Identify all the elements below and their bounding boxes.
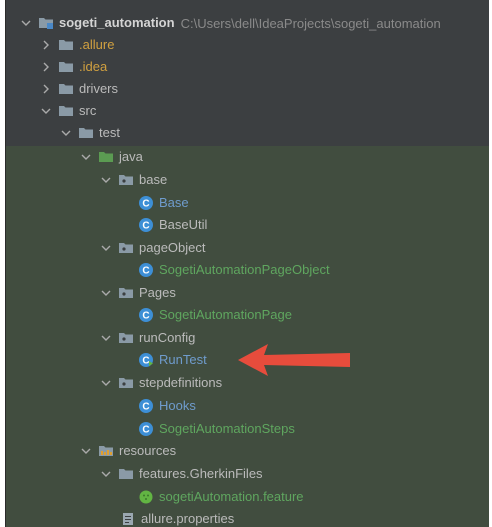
folder-icon (58, 59, 74, 75)
tree-node-features[interactable]: features.GherkinFiles (6, 463, 489, 485)
svg-text:C: C (142, 356, 149, 367)
tree-node-base-class[interactable]: C Base (6, 192, 489, 214)
package-label: pageObject (139, 240, 206, 255)
folder-label: src (79, 103, 97, 118)
chevron-down-icon[interactable] (80, 151, 92, 163)
tree-node-base[interactable]: base (6, 169, 489, 191)
package-label: runConfig (139, 330, 196, 345)
package-label: Pages (139, 285, 176, 300)
class-label: SogetiAutomationPage (159, 307, 292, 322)
java-class-icon: C (138, 217, 154, 233)
chevron-down-icon[interactable] (20, 17, 32, 29)
tree-node-pages-class[interactable]: C SogetiAutomationPage (6, 304, 489, 326)
chevron-down-icon[interactable] (100, 332, 112, 344)
java-class-icon: C (138, 307, 154, 323)
tree-node-test[interactable]: test (6, 122, 489, 144)
chevron-down-icon[interactable] (100, 287, 112, 299)
folder-label: java (119, 149, 143, 164)
folder-label: .allure (79, 37, 115, 52)
package-icon (118, 330, 134, 346)
package-label: stepdefinitions (139, 375, 223, 390)
file-label: allure.properties (141, 511, 235, 526)
folder-icon (58, 81, 74, 97)
svg-text:C: C (142, 311, 149, 322)
folder-label: drivers (79, 81, 119, 96)
class-label: Hooks (159, 398, 196, 413)
svg-text:C: C (142, 199, 149, 210)
chevron-down-icon[interactable] (40, 105, 52, 117)
java-class-icon: C (138, 195, 154, 211)
tree-node-feature-file[interactable]: sogetiAutomation.feature (6, 486, 489, 508)
folder-label: features.GherkinFiles (139, 466, 263, 481)
chevron-down-icon[interactable] (100, 468, 112, 480)
tree-node-baseutil-class[interactable]: C BaseUtil (6, 214, 489, 236)
svg-text:C: C (142, 266, 149, 277)
java-class-icon: C (138, 398, 154, 414)
package-icon (118, 285, 134, 301)
class-label: SogetiAutomationSteps (159, 421, 295, 436)
chevron-right-icon[interactable] (40, 83, 52, 95)
chevron-right-icon[interactable] (40, 39, 52, 51)
tree-node-java[interactable]: java (6, 146, 489, 168)
tree-node-allure-properties[interactable]: allure.properties (6, 508, 489, 527)
properties-file-icon (120, 511, 136, 527)
chevron-down-icon[interactable] (60, 127, 72, 139)
package-icon (118, 375, 134, 391)
folder-icon (78, 125, 94, 141)
annotation-arrow-icon (238, 344, 350, 376)
folder-icon (118, 466, 134, 482)
project-name: sogeti_automation (59, 15, 175, 30)
class-label: Base (159, 195, 189, 210)
file-label: sogetiAutomation.feature (159, 489, 304, 504)
tree-node-drivers[interactable]: drivers (6, 78, 489, 100)
cucumber-feature-icon (138, 489, 154, 505)
tree-node-resources[interactable]: resources (6, 440, 489, 462)
tree-node-root[interactable]: sogeti_automation C:\Users\dell\IdeaProj… (6, 12, 489, 34)
module-folder-icon (38, 15, 54, 31)
svg-text:C: C (142, 221, 149, 232)
svg-text:C: C (142, 425, 149, 436)
project-path: C:\Users\dell\IdeaProjects\sogeti_automa… (180, 15, 441, 31)
tree-node-idea[interactable]: .idea (6, 56, 489, 78)
folder-label: resources (119, 443, 177, 458)
test-sources-folder-icon (98, 149, 114, 165)
java-class-icon: C (138, 262, 154, 278)
java-class-icon: C (138, 421, 154, 437)
folder-icon (58, 37, 74, 53)
package-label: base (139, 172, 168, 187)
class-label: BaseUtil (159, 217, 208, 232)
tree-node-pageobject-class[interactable]: C SogetiAutomationPageObject (6, 259, 489, 281)
chevron-down-icon[interactable] (100, 174, 112, 186)
svg-text:C: C (142, 402, 149, 413)
chevron-down-icon[interactable] (100, 242, 112, 254)
class-label: SogetiAutomationPageObject (159, 262, 330, 277)
chevron-down-icon[interactable] (100, 377, 112, 389)
folder-label: .idea (79, 59, 108, 74)
tree-node-steps-class[interactable]: C SogetiAutomationSteps (6, 418, 489, 440)
package-icon (118, 240, 134, 256)
test-resources-folder-icon (98, 443, 114, 459)
package-icon (118, 172, 134, 188)
project-tree-panel: sogeti_automation C:\Users\dell\IdeaProj… (5, 0, 489, 527)
tree-node-pageobject[interactable]: pageObject (6, 237, 489, 259)
tree-node-src[interactable]: src (6, 100, 489, 122)
folder-label: test (99, 125, 120, 140)
tree-node-hooks-class[interactable]: C Hooks (6, 395, 489, 417)
class-label: RunTest (159, 352, 207, 367)
chevron-down-icon[interactable] (80, 445, 92, 457)
tree-node-pages[interactable]: Pages (6, 282, 489, 304)
runnable-class-icon: C (138, 352, 154, 368)
tree-node-allure[interactable]: .allure (6, 34, 489, 56)
folder-icon (58, 103, 74, 119)
chevron-right-icon[interactable] (40, 61, 52, 73)
